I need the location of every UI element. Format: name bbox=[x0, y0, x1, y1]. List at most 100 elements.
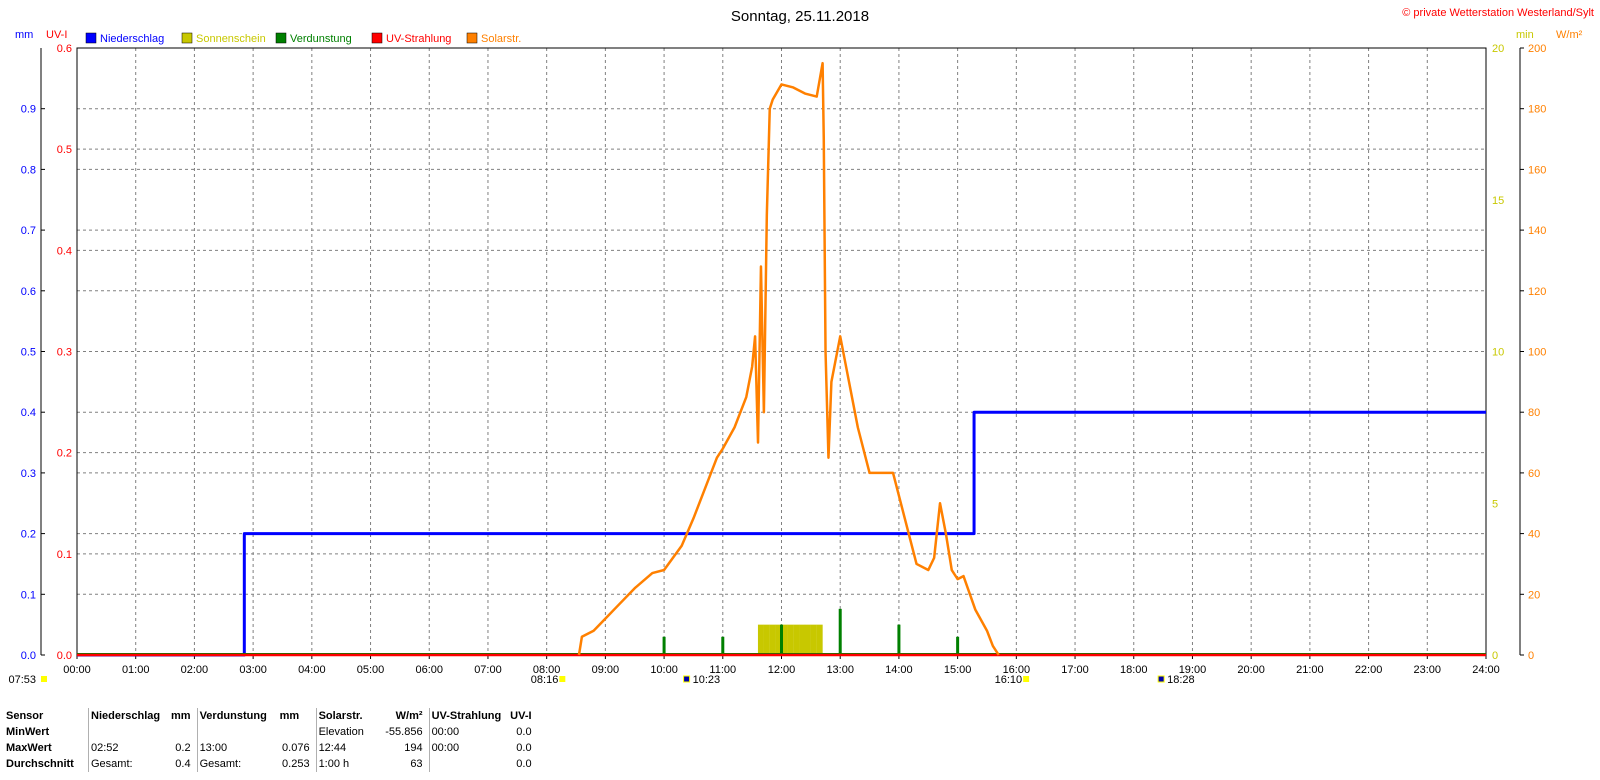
x-tick-label: 13:00 bbox=[826, 664, 854, 676]
y-tick-label-uvi: 0.6 bbox=[57, 43, 72, 55]
y-tick-label-uvi: 0.1 bbox=[57, 549, 72, 561]
x-tick-label: 06:00 bbox=[415, 664, 443, 676]
y-tick-label-wm2: 0 bbox=[1528, 650, 1534, 662]
axis-unit-uvi: UV-I bbox=[46, 29, 67, 41]
x-tick-label: 10:00 bbox=[650, 664, 678, 676]
summary-cell: 194 bbox=[404, 742, 423, 754]
y-tick-label-min: 5 bbox=[1492, 498, 1498, 510]
x-tick-label: 21:00 bbox=[1296, 664, 1324, 676]
summary-cell: 13:00 bbox=[196, 740, 278, 756]
summary-cell bbox=[428, 756, 508, 772]
legend-swatch-sonnenschein bbox=[181, 32, 193, 44]
y-tick-label-wm2: 200 bbox=[1528, 43, 1546, 55]
x-tick-label: 02:00 bbox=[181, 664, 209, 676]
summary-header: UV-Strahlung bbox=[428, 708, 508, 724]
y-tick-label-uvi: 0.4 bbox=[57, 245, 72, 257]
legend-swatch-uv-strahlung bbox=[371, 32, 383, 44]
x-tick-label: 14:00 bbox=[885, 664, 913, 676]
chart-title: Sonntag, 25.11.2018 bbox=[731, 8, 869, 25]
bar-sonnenschein bbox=[787, 624, 794, 655]
summary-cell: 0.253 bbox=[282, 758, 310, 770]
bar-verdunstung bbox=[838, 608, 842, 655]
x-tick-label: 01:00 bbox=[122, 664, 150, 676]
summary-row-label: MinWert bbox=[6, 726, 50, 738]
summary-header-row: Sensor Niederschlag mm Verdunstung mm So… bbox=[4, 708, 538, 724]
axis-unit-min: min bbox=[1516, 29, 1534, 41]
y-tick-label-wm2: 60 bbox=[1528, 468, 1540, 480]
y-tick-label-uvi: 0.2 bbox=[57, 448, 72, 460]
summary-header: UV-I bbox=[510, 710, 532, 722]
bar-sonnenschein bbox=[763, 624, 770, 655]
bar-verdunstung bbox=[721, 636, 725, 655]
summary-row-avg: Durchschnitt Gesamt: 0.4 Gesamt: 0.253 1… bbox=[4, 756, 538, 772]
series-line-solarstr- bbox=[577, 61, 1000, 656]
x-tick-label: 20:00 bbox=[1237, 664, 1265, 676]
bar-verdunstung bbox=[662, 636, 666, 655]
summary-header: mm bbox=[279, 710, 300, 722]
summary-cell bbox=[278, 724, 317, 740]
summary-table: Sensor Niederschlag mm Verdunstung mm So… bbox=[4, 708, 538, 772]
summary-header: Sensor bbox=[6, 710, 44, 722]
summary-row-min: MinWert Elevation -55.856 00:00 0.0 bbox=[4, 724, 538, 740]
y-tick-label-mm: 0.0 bbox=[21, 650, 36, 662]
summary-cell: Gesamt: bbox=[196, 756, 278, 772]
weather-chart: Sonntag, 25.11.2018 © private Wetterstat… bbox=[8, 7, 1594, 686]
summary-cell bbox=[169, 724, 197, 740]
y-tick-label-wm2: 100 bbox=[1528, 347, 1546, 359]
y-tick-label-uvi: 0.5 bbox=[57, 144, 72, 156]
summary-cell: 0.2 bbox=[175, 742, 191, 754]
summary-row-label: MaxWert bbox=[6, 742, 52, 754]
x-tick-label: 09:00 bbox=[592, 664, 620, 676]
summary-header: Solarstr. bbox=[315, 708, 381, 724]
x-tick-label: 15:00 bbox=[944, 664, 972, 676]
y-tick-label-min: 0 bbox=[1492, 650, 1498, 662]
legend-label-verdunstung: Verdunstung bbox=[290, 33, 352, 45]
copyright-notice: © private Wetterstation Westerland/Sylt bbox=[1402, 7, 1594, 19]
y-tick-label-wm2: 120 bbox=[1528, 286, 1546, 298]
marker-label: 07:53 bbox=[8, 674, 36, 686]
y-tick-label-uvi: 0.3 bbox=[57, 347, 72, 359]
legend-label-sonnenschein: Sonnenschein bbox=[196, 33, 266, 45]
summary-cell: Gesamt: bbox=[88, 756, 169, 772]
summary-cell: 02:52 bbox=[88, 740, 169, 756]
y-tick-label-mm: 0.2 bbox=[21, 529, 36, 541]
y-tick-label-wm2: 160 bbox=[1528, 164, 1546, 176]
bar-sonnenschein bbox=[804, 624, 811, 655]
plot-area: 00:00 01:00 02:00 03:00 04:00 05:00 06:00 07:00… bbox=[8, 43, 1546, 686]
bar-verdunstung bbox=[897, 624, 901, 655]
marker-label: 18:28 bbox=[1167, 674, 1195, 686]
x-tick-label: 22:00 bbox=[1355, 664, 1383, 676]
y-tick-label-uvi: 0.0 bbox=[57, 650, 72, 662]
x-tick-label: 05:00 bbox=[357, 664, 385, 676]
bar-sonnenschein bbox=[757, 624, 764, 655]
summary-cell: -55.856 bbox=[385, 726, 423, 738]
marker-icon bbox=[1157, 675, 1165, 683]
marker-icon bbox=[1023, 676, 1030, 682]
legend-swatch-verdunstung bbox=[275, 32, 287, 44]
x-tick-label: 03:00 bbox=[239, 664, 267, 676]
y-tick-label-min: 15 bbox=[1492, 195, 1504, 207]
axis-unit-mm: mm bbox=[15, 29, 33, 41]
x-tick-label: 12:00 bbox=[768, 664, 796, 676]
summary-cell: 0.0 bbox=[516, 742, 532, 754]
y-tick-label-mm: 0.9 bbox=[21, 104, 36, 116]
summary-cell: 00:00 bbox=[428, 724, 508, 740]
marker-label: 10:23 bbox=[693, 674, 721, 686]
summary-cell: 0.0 bbox=[516, 726, 532, 738]
marker-label: 16:10 bbox=[995, 674, 1023, 686]
summary-header: Niederschlag bbox=[88, 708, 169, 724]
bar-verdunstung bbox=[780, 624, 783, 655]
summary-cell bbox=[196, 724, 278, 740]
y-tick-label-min: 10 bbox=[1492, 347, 1504, 359]
summary-cell: 1:00 h bbox=[315, 756, 381, 772]
summary-header: Verdunstung bbox=[196, 708, 278, 724]
y-tick-label-wm2: 180 bbox=[1528, 104, 1546, 116]
summary-cell: 0.076 bbox=[282, 742, 310, 754]
marker-icon bbox=[683, 675, 691, 683]
x-tick-label: 17:00 bbox=[1061, 664, 1089, 676]
bar-sonnenschein bbox=[793, 624, 800, 655]
summary-cell: 0.4 bbox=[175, 758, 191, 770]
legend-label-uv-strahlung: UV-Strahlung bbox=[386, 33, 451, 45]
y-tick-label-mm: 0.1 bbox=[21, 589, 36, 601]
summary-header: W/m² bbox=[395, 710, 423, 722]
